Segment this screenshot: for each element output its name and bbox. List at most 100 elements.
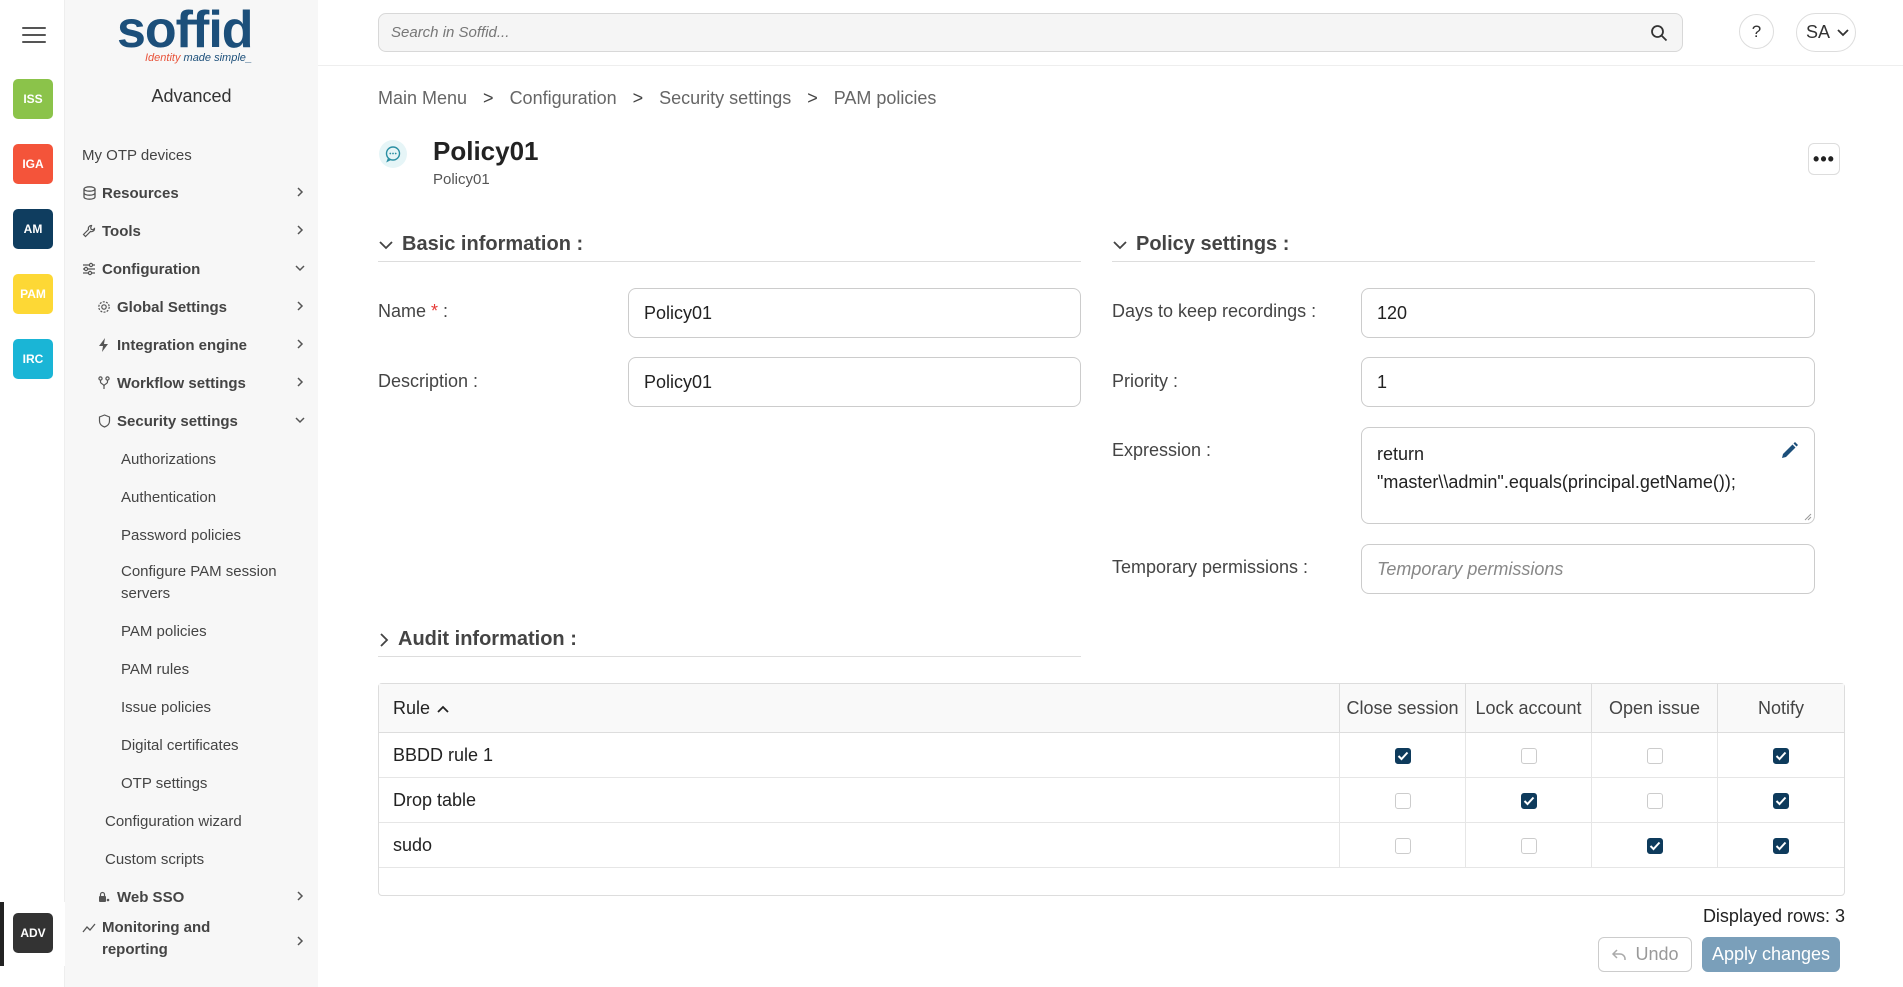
- sidebar-item-configuration[interactable]: Configuration: [65, 254, 318, 284]
- pencil-icon[interactable]: [1778, 440, 1800, 462]
- checkmark-icon: [1775, 841, 1787, 850]
- breadcrumb-configuration[interactable]: Configuration: [510, 88, 617, 109]
- module-am[interactable]: AM: [13, 209, 53, 249]
- close-session-cell: [1339, 733, 1465, 778]
- checkmark-icon: [1775, 751, 1787, 760]
- sidebar-item-label: OTP settings: [121, 774, 208, 792]
- description-field[interactable]: Policy01: [628, 357, 1081, 407]
- search-input[interactable]: [391, 24, 1631, 41]
- chevron-right-icon: [297, 936, 304, 946]
- column-header-close-session[interactable]: Close session: [1339, 684, 1465, 733]
- open-issue-checkbox[interactable]: [1646, 837, 1663, 854]
- sidebar-item-label: Custom scripts: [105, 850, 205, 868]
- undo-label: Undo: [1635, 944, 1679, 964]
- module-pam[interactable]: PAM: [13, 274, 53, 314]
- sidebar-item-tools[interactable]: Tools: [65, 216, 318, 246]
- apply-changes-button[interactable]: Apply changes: [1702, 937, 1840, 972]
- sidebar-item-digital-certificates[interactable]: Digital certificates: [65, 730, 318, 760]
- sidebar-item-password-policies[interactable]: Password policies: [65, 520, 318, 550]
- lock-account-checkbox[interactable]: [1520, 837, 1537, 854]
- label-line-2: reporting: [102, 941, 168, 958]
- section-title: Basic information :: [402, 233, 584, 255]
- breadcrumb-main-menu[interactable]: Main Menu: [378, 88, 467, 109]
- module-irc[interactable]: IRC: [13, 339, 53, 379]
- breadcrumb-security-settings[interactable]: Security settings: [659, 88, 791, 109]
- sidebar-item-pam-policies[interactable]: PAM policies: [65, 616, 318, 646]
- priority-label: Priority :: [1112, 371, 1179, 391]
- sidebar-item-workflow-settings[interactable]: Workflow settings: [65, 368, 318, 398]
- temporary-permissions-label: Temporary permissions :: [1112, 557, 1309, 577]
- column-header-lock-account[interactable]: Lock account: [1465, 684, 1591, 733]
- sidebar-item-authentication[interactable]: Authentication: [65, 482, 318, 512]
- sidebar-item-resources[interactable]: Resources: [65, 178, 318, 208]
- close-session-checkbox[interactable]: [1394, 747, 1411, 764]
- sidebar-item-label: My OTP devices: [82, 146, 192, 164]
- soffid-logo[interactable]: soffid Identity made simple_: [117, 4, 267, 68]
- column-header-rule[interactable]: Rule: [379, 684, 1339, 733]
- open-issue-checkbox[interactable]: [1646, 792, 1663, 809]
- basic-info-header[interactable]: Basic information :: [378, 228, 1081, 262]
- module-iss[interactable]: ISS: [13, 79, 53, 119]
- search-icon[interactable]: [1650, 24, 1668, 42]
- expression-line-1: return: [1377, 444, 1425, 464]
- hamburger-menu-icon[interactable]: [22, 27, 46, 45]
- lock-account-checkbox[interactable]: [1520, 792, 1537, 809]
- sidebar-item-label: Monitoring and reporting: [102, 917, 210, 961]
- column-header-open-issue[interactable]: Open issue: [1591, 684, 1717, 733]
- name-field[interactable]: Policy01: [628, 288, 1081, 338]
- breadcrumb-pam-policies[interactable]: PAM policies: [834, 88, 937, 109]
- sidebar-item-pam-rules[interactable]: PAM rules: [65, 654, 318, 684]
- user-menu-button[interactable]: SA: [1796, 13, 1856, 52]
- notify-checkbox[interactable]: [1773, 747, 1789, 764]
- days-to-keep-label: Days to keep recordings :: [1112, 301, 1317, 321]
- table-row[interactable]: Drop table: [379, 778, 1844, 823]
- module-iga[interactable]: IGA: [13, 144, 53, 184]
- expression-textarea[interactable]: return "master\\admin".equals(principal.…: [1361, 427, 1815, 524]
- audit-info-header[interactable]: Audit information :: [378, 623, 1081, 657]
- module-adv[interactable]: ADV: [13, 913, 53, 953]
- notify-cell: [1717, 733, 1844, 778]
- temporary-permissions-field[interactable]: Temporary permissions: [1361, 544, 1815, 594]
- close-session-checkbox[interactable]: [1394, 837, 1411, 854]
- notify-checkbox[interactable]: [1773, 837, 1789, 854]
- sidebar-item-custom-scripts[interactable]: Custom scripts: [65, 844, 318, 874]
- sidebar-item-otp-devices[interactable]: My OTP devices: [65, 140, 318, 170]
- sidebar-item-issue-policies[interactable]: Issue policies: [65, 692, 318, 722]
- undo-button[interactable]: Undo: [1598, 937, 1692, 972]
- days-to-keep-field[interactable]: 120: [1361, 288, 1815, 338]
- table-row[interactable]: sudo: [379, 823, 1844, 868]
- sidebar-item-otp-settings[interactable]: OTP settings: [65, 768, 318, 798]
- sidebar-item-label: Configuration: [102, 260, 201, 278]
- sidebar-item-config-wizard[interactable]: Configuration wizard: [65, 806, 318, 836]
- notify-checkbox[interactable]: [1773, 792, 1789, 809]
- table-row[interactable]: BBDD rule 1: [379, 733, 1844, 778]
- sidebar-item-pam-session-servers[interactable]: Configure PAM session servers: [65, 558, 318, 608]
- breadcrumb-separator: >: [807, 88, 818, 108]
- sidebar-item-global-settings[interactable]: Global Settings: [65, 292, 318, 322]
- open-issue-checkbox[interactable]: [1646, 747, 1663, 764]
- sidebar-item-integration-engine[interactable]: Integration engine: [65, 330, 318, 360]
- close-session-checkbox[interactable]: [1394, 792, 1411, 809]
- chevron-right-icon: [297, 377, 304, 387]
- help-button[interactable]: ?: [1739, 14, 1774, 49]
- column-header-notify[interactable]: Notify: [1717, 684, 1844, 733]
- lock-account-cell: [1465, 778, 1591, 823]
- resize-handle-icon[interactable]: [1804, 513, 1812, 521]
- sidebar-item-monitoring[interactable]: Monitoring and reporting: [65, 915, 318, 965]
- shield-icon: [97, 414, 111, 428]
- lock-account-checkbox[interactable]: [1520, 747, 1537, 764]
- policy-settings-header[interactable]: Policy settings :: [1112, 228, 1815, 262]
- chevron-right-icon: [297, 225, 304, 235]
- chevron-down-icon: [379, 240, 393, 249]
- sidebar-item-security-settings[interactable]: Security settings: [65, 406, 318, 436]
- wrench-icon: [82, 224, 96, 238]
- sidebar-item-authorizations[interactable]: Authorizations: [65, 444, 318, 474]
- sidebar-item-web-sso[interactable]: Web SSO: [65, 882, 318, 912]
- search-box[interactable]: [378, 13, 1683, 52]
- chevron-down-icon: [1837, 28, 1849, 36]
- priority-field[interactable]: 1: [1361, 357, 1815, 407]
- page-title: Policy01: [433, 136, 539, 166]
- more-options-button[interactable]: •••: [1808, 143, 1840, 175]
- name-label: Name * :: [378, 301, 448, 322]
- chevron-right-icon: [297, 891, 304, 901]
